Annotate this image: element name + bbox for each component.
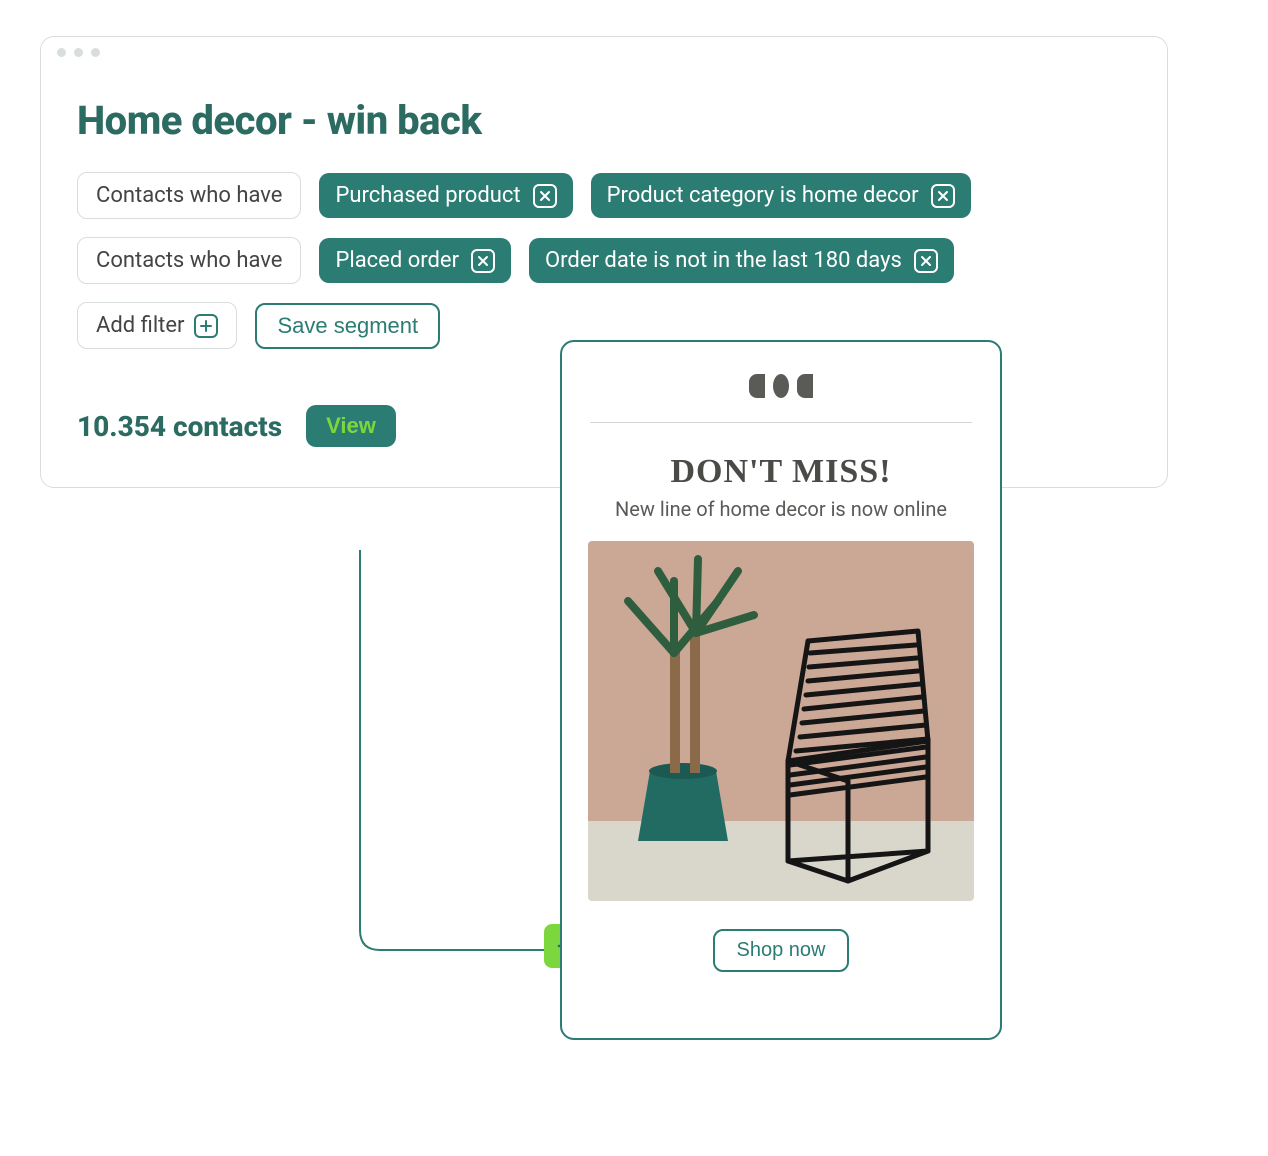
filter-tag-order-date-180[interactable]: Order date is not in the last 180 days xyxy=(529,238,954,283)
filter-tag-label: Placed order xyxy=(335,248,459,273)
filter-row: Contacts who have Purchased product Prod… xyxy=(77,172,1131,219)
brand-logo xyxy=(749,374,813,398)
window-chrome xyxy=(41,37,1167,67)
remove-tag-icon[interactable] xyxy=(931,184,955,208)
filter-tag-label: Product category is home decor xyxy=(607,183,919,208)
remove-tag-icon[interactable] xyxy=(471,249,495,273)
filter-qualifier[interactable]: Contacts who have xyxy=(77,237,301,284)
add-filter-button[interactable]: Add filter xyxy=(77,302,237,349)
shop-now-button[interactable]: Shop now xyxy=(713,929,850,972)
product-image xyxy=(588,541,974,901)
contact-count: 10.354 contacts xyxy=(77,410,282,443)
filter-row: Contacts who have Placed order Order dat… xyxy=(77,237,1131,284)
filter-tag-placed-order[interactable]: Placed order xyxy=(319,238,511,283)
filters: Contacts who have Purchased product Prod… xyxy=(77,172,1131,349)
email-subheadline: New line of home decor is now online xyxy=(615,497,947,521)
remove-tag-icon[interactable] xyxy=(914,249,938,273)
remove-tag-icon[interactable] xyxy=(533,184,557,208)
plus-icon xyxy=(194,314,218,338)
divider xyxy=(590,422,972,423)
filter-tag-purchased[interactable]: Purchased product xyxy=(319,173,572,218)
email-preview-card: DON'T MISS! New line of home decor is no… xyxy=(560,340,1002,1040)
window-dot xyxy=(74,48,83,57)
filter-tag-category-home-decor[interactable]: Product category is home decor xyxy=(591,173,971,218)
filter-qualifier[interactable]: Contacts who have xyxy=(77,172,301,219)
filter-tag-label: Order date is not in the last 180 days xyxy=(545,248,902,273)
filter-qualifier-label: Contacts who have xyxy=(96,248,282,273)
add-filter-label: Add filter xyxy=(96,313,184,338)
window-dot xyxy=(57,48,66,57)
page-title: Home decor - win back xyxy=(77,97,1131,144)
view-button[interactable]: View xyxy=(306,405,396,447)
window-dot xyxy=(91,48,100,57)
email-headline: DON'T MISS! xyxy=(670,453,891,491)
save-segment-button[interactable]: Save segment xyxy=(255,303,440,349)
filter-qualifier-label: Contacts who have xyxy=(96,183,282,208)
filter-tag-label: Purchased product xyxy=(335,183,520,208)
connector-line xyxy=(340,550,570,964)
